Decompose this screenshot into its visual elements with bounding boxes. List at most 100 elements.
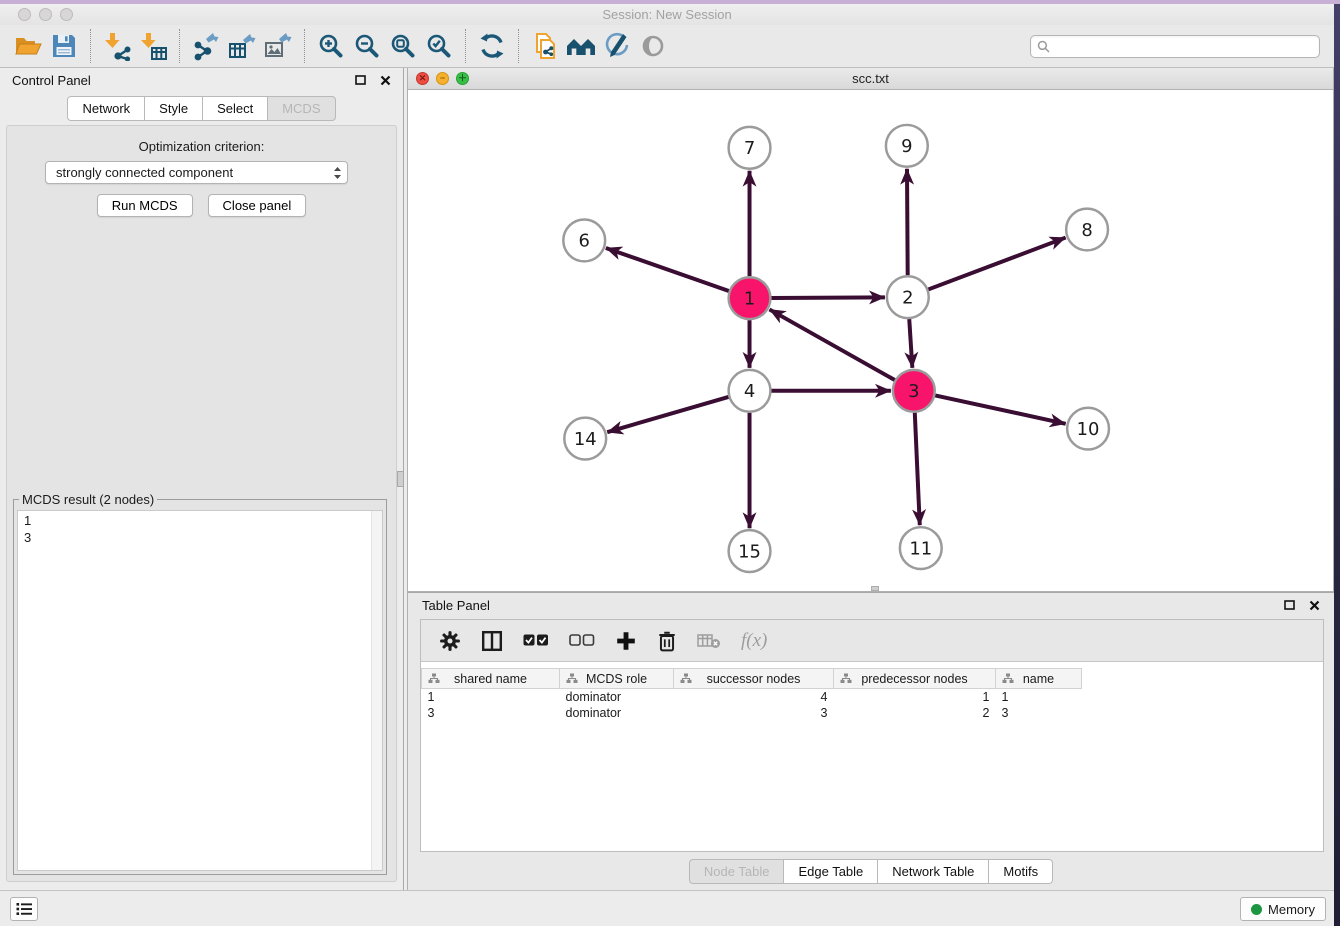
cell-successor-nodes[interactable]: 3 (674, 705, 834, 721)
graph-node-15[interactable]: 15 (729, 530, 771, 572)
import-network-button[interactable] (99, 29, 135, 63)
zoom-fit-button[interactable] (385, 29, 421, 63)
show-column-panel-button[interactable] (481, 630, 503, 652)
save-session-button[interactable] (46, 29, 82, 63)
float-table-panel-button[interactable] (1284, 600, 1295, 610)
edge-1-6[interactable] (606, 248, 729, 291)
cell-shared-name[interactable]: 1 (422, 689, 560, 705)
table-toolbar: f(x) (421, 620, 1323, 662)
graph-node-8[interactable]: 8 (1066, 209, 1108, 251)
run-mcds-button[interactable]: Run MCDS (97, 194, 193, 217)
tab-style[interactable]: Style (145, 96, 203, 121)
deselect-all-rows-button[interactable] (569, 634, 595, 647)
close-table-panel-button[interactable] (1309, 600, 1320, 611)
open-session-button[interactable] (10, 29, 46, 63)
apply-style-button[interactable] (599, 29, 635, 63)
table-tab-node-table[interactable]: Node Table (689, 859, 785, 884)
tab-select[interactable]: Select (203, 96, 268, 121)
network-window-titlebar[interactable]: ✕ − ＋ scc.txt (408, 68, 1333, 90)
select-all-rows-button[interactable] (523, 634, 549, 647)
cell-MCDS-role[interactable]: dominator (560, 689, 674, 705)
edge-2-9[interactable] (907, 169, 908, 276)
result-scrollbar[interactable] (371, 511, 382, 870)
cell-predecessor-nodes[interactable]: 1 (834, 689, 996, 705)
panel-divider-handle[interactable] (397, 471, 404, 487)
graph-node-14[interactable]: 14 (564, 418, 606, 460)
hierarchy-icon (840, 673, 852, 684)
add-column-button[interactable] (615, 630, 637, 652)
table-options-button[interactable] (439, 630, 461, 652)
nested-network-button[interactable] (563, 29, 599, 63)
column-header-predecessor-nodes[interactable]: predecessor nodes (834, 669, 996, 689)
column-header-MCDS-role[interactable]: MCDS role (560, 669, 674, 689)
zoom-selected-button[interactable] (421, 29, 457, 63)
control-panel: Control Panel NetworkStyleSelectMCDS Opt… (0, 68, 404, 890)
memory-button[interactable]: Memory (1240, 897, 1326, 921)
edge-1-2[interactable] (771, 297, 885, 298)
edge-2-3[interactable] (909, 319, 912, 368)
graph-node-1[interactable]: 1 (729, 277, 771, 319)
export-table-button[interactable] (224, 29, 260, 63)
graph-node-2[interactable]: 2 (887, 276, 929, 318)
cell-successor-nodes[interactable]: 4 (674, 689, 834, 705)
graph-node-6[interactable]: 6 (563, 220, 605, 262)
hierarchy-icon (428, 673, 440, 684)
delete-table-button[interactable] (697, 632, 721, 650)
task-history-button[interactable] (10, 897, 38, 921)
table-tab-motifs[interactable]: Motifs (989, 859, 1053, 884)
export-network-button[interactable] (188, 29, 224, 63)
network-graph[interactable]: 7 9 6 8 1 2 4 3 14 10 15 11 (408, 90, 1333, 591)
search-input[interactable] (1054, 36, 1319, 57)
criterion-select[interactable]: strongly connected component (45, 161, 348, 184)
function-builder-button[interactable]: f(x) (741, 630, 767, 652)
tab-network[interactable]: Network (67, 96, 145, 121)
table-row[interactable]: 1dominator411 (422, 689, 1082, 705)
import-network-icon (102, 31, 132, 61)
cell-MCDS-role[interactable]: dominator (560, 705, 674, 721)
cell-name[interactable]: 3 (996, 705, 1082, 721)
apply-layout-button[interactable] (474, 29, 510, 63)
column-header-name[interactable]: name (996, 669, 1082, 689)
mcds-result-box[interactable]: 1 3 (17, 510, 383, 871)
edge-3-10[interactable] (935, 395, 1065, 423)
zoom-out-icon (353, 32, 381, 60)
memory-label: Memory (1268, 902, 1315, 917)
cell-name[interactable]: 1 (996, 689, 1082, 705)
edge-3-11[interactable] (915, 413, 920, 526)
tab-mcds[interactable]: MCDS (268, 96, 335, 121)
close-panel-button[interactable] (380, 75, 391, 86)
node-label: 9 (901, 136, 912, 157)
clone-network-button[interactable] (527, 29, 563, 63)
edge-3-1[interactable] (769, 309, 894, 380)
graph-node-10[interactable]: 10 (1067, 408, 1109, 450)
network-resize-handle[interactable] (871, 586, 879, 591)
import-table-button[interactable] (135, 29, 171, 63)
hide-selected-button[interactable] (635, 29, 671, 63)
graph-node-11[interactable]: 11 (900, 527, 942, 569)
edge-2-8[interactable] (928, 238, 1065, 290)
column-header-successor-nodes[interactable]: successor nodes (674, 669, 834, 689)
search-box[interactable] (1030, 35, 1320, 58)
export-image-button[interactable] (260, 29, 296, 63)
plus-icon (615, 630, 637, 652)
mcds-result-text: 1 3 (18, 511, 382, 547)
graph-node-9[interactable]: 9 (886, 125, 928, 167)
close-panel-button-inner[interactable]: Close panel (208, 194, 307, 217)
node-label: 10 (1077, 419, 1100, 440)
table-tab-edge-table[interactable]: Edge Table (784, 859, 878, 884)
table-row[interactable]: 3dominator323 (422, 705, 1082, 721)
delete-table-icon (697, 632, 721, 650)
graph-node-4[interactable]: 4 (729, 370, 771, 412)
delete-column-button[interactable] (657, 630, 677, 652)
zoom-out-button[interactable] (349, 29, 385, 63)
float-panel-button[interactable] (355, 75, 366, 85)
table-tab-network-table[interactable]: Network Table (878, 859, 989, 884)
cell-predecessor-nodes[interactable]: 2 (834, 705, 996, 721)
cell-shared-name[interactable]: 3 (422, 705, 560, 721)
graph-node-7[interactable]: 7 (729, 127, 771, 169)
graph-node-3[interactable]: 3 (893, 370, 935, 412)
edge-4-14[interactable] (607, 397, 728, 432)
network-canvas[interactable]: 7 9 6 8 1 2 4 3 14 10 15 11 (408, 90, 1333, 591)
column-header-shared-name[interactable]: shared name (422, 669, 560, 689)
zoom-in-button[interactable] (313, 29, 349, 63)
